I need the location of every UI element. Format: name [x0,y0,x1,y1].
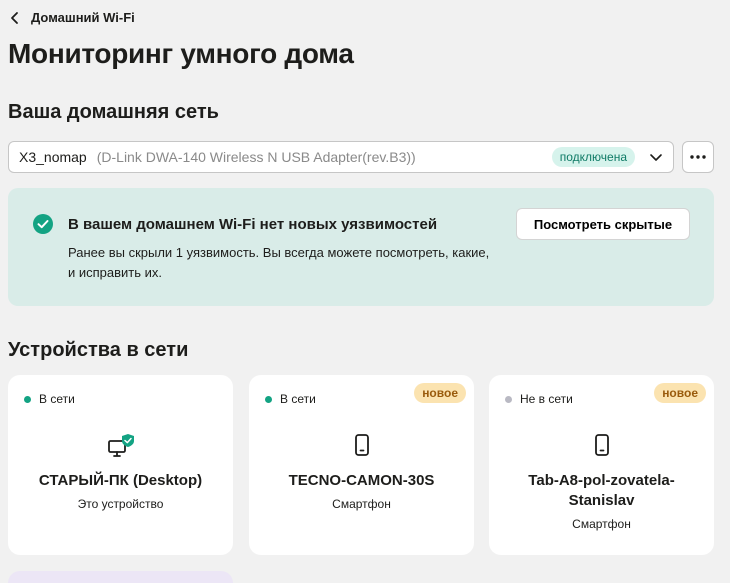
smartphone-icon [594,434,609,456]
device-status: В сети [24,392,75,406]
new-badge: новое [414,383,466,403]
chevron-down-icon [650,154,662,161]
back-link[interactable]: Домашний Wi-Fi [8,10,135,25]
device-name: TECNO-CAMON-30S [288,472,435,489]
device-status: В сети [265,392,316,406]
device-status-label: В сети [39,392,75,406]
device-card[interactable]: В сети СТАРЫЙ-ПК (Desktop) Это устройств… [8,375,233,555]
device-card[interactable]: В сети новое TECNO-CAMON-30S Смартфон [249,375,474,555]
network-section-title: Ваша домашняя сеть [8,101,219,123]
device-status-label: Не в сети [520,392,573,406]
show-hidden-button[interactable]: Посмотреть скрытые [516,208,690,240]
device-type: Это устройство [77,497,164,511]
smartphone-icon [354,434,369,456]
more-icon [690,155,706,159]
alert-text: Ранее вы скрыли 1 уязвимость. Вы всегда … [68,245,490,280]
connection-status-badge: подключена [551,147,635,167]
device-status-label: В сети [280,392,316,406]
network-select[interactable]: X3_nomap (D-Link DWA-140 Wireless N USB … [8,141,674,173]
status-dot [505,395,512,403]
device-type: Смартфон [572,517,631,531]
device-card[interactable]: Не в сети новое Tab-A8-pol-zovatela-Stan… [489,375,714,555]
back-link-label: Домашний Wi-Fi [31,10,135,25]
desktop-check-icon [107,434,134,457]
device-type: Смартфон [332,497,391,511]
status-dot [265,395,272,403]
device-card-partial[interactable] [8,571,233,583]
device-name: Tab-A8-pol-zovatela-Stanislav [528,472,675,509]
status-dot [24,395,31,403]
chevron-left-icon [11,11,18,24]
alert-title: В вашем домашнем Wi-Fi нет новых уязвимо… [68,216,438,233]
new-badge: новое [654,383,706,403]
network-name: X3_nomap [19,149,87,165]
device-name: СТАРЫЙ-ПК (Desktop) [38,472,203,489]
network-adapter: (D-Link DWA-140 Wireless N USB Adapter(r… [96,149,416,165]
more-options-button[interactable] [682,141,714,173]
devices-section-title: Устройства в сети [8,339,189,361]
check-circle-icon [33,214,53,234]
page-title: Мониторинг умного дома [8,38,354,69]
security-alert-card: В вашем домашнем Wi-Fi нет новых уязвимо… [8,188,714,306]
device-status: Не в сети [505,392,573,406]
